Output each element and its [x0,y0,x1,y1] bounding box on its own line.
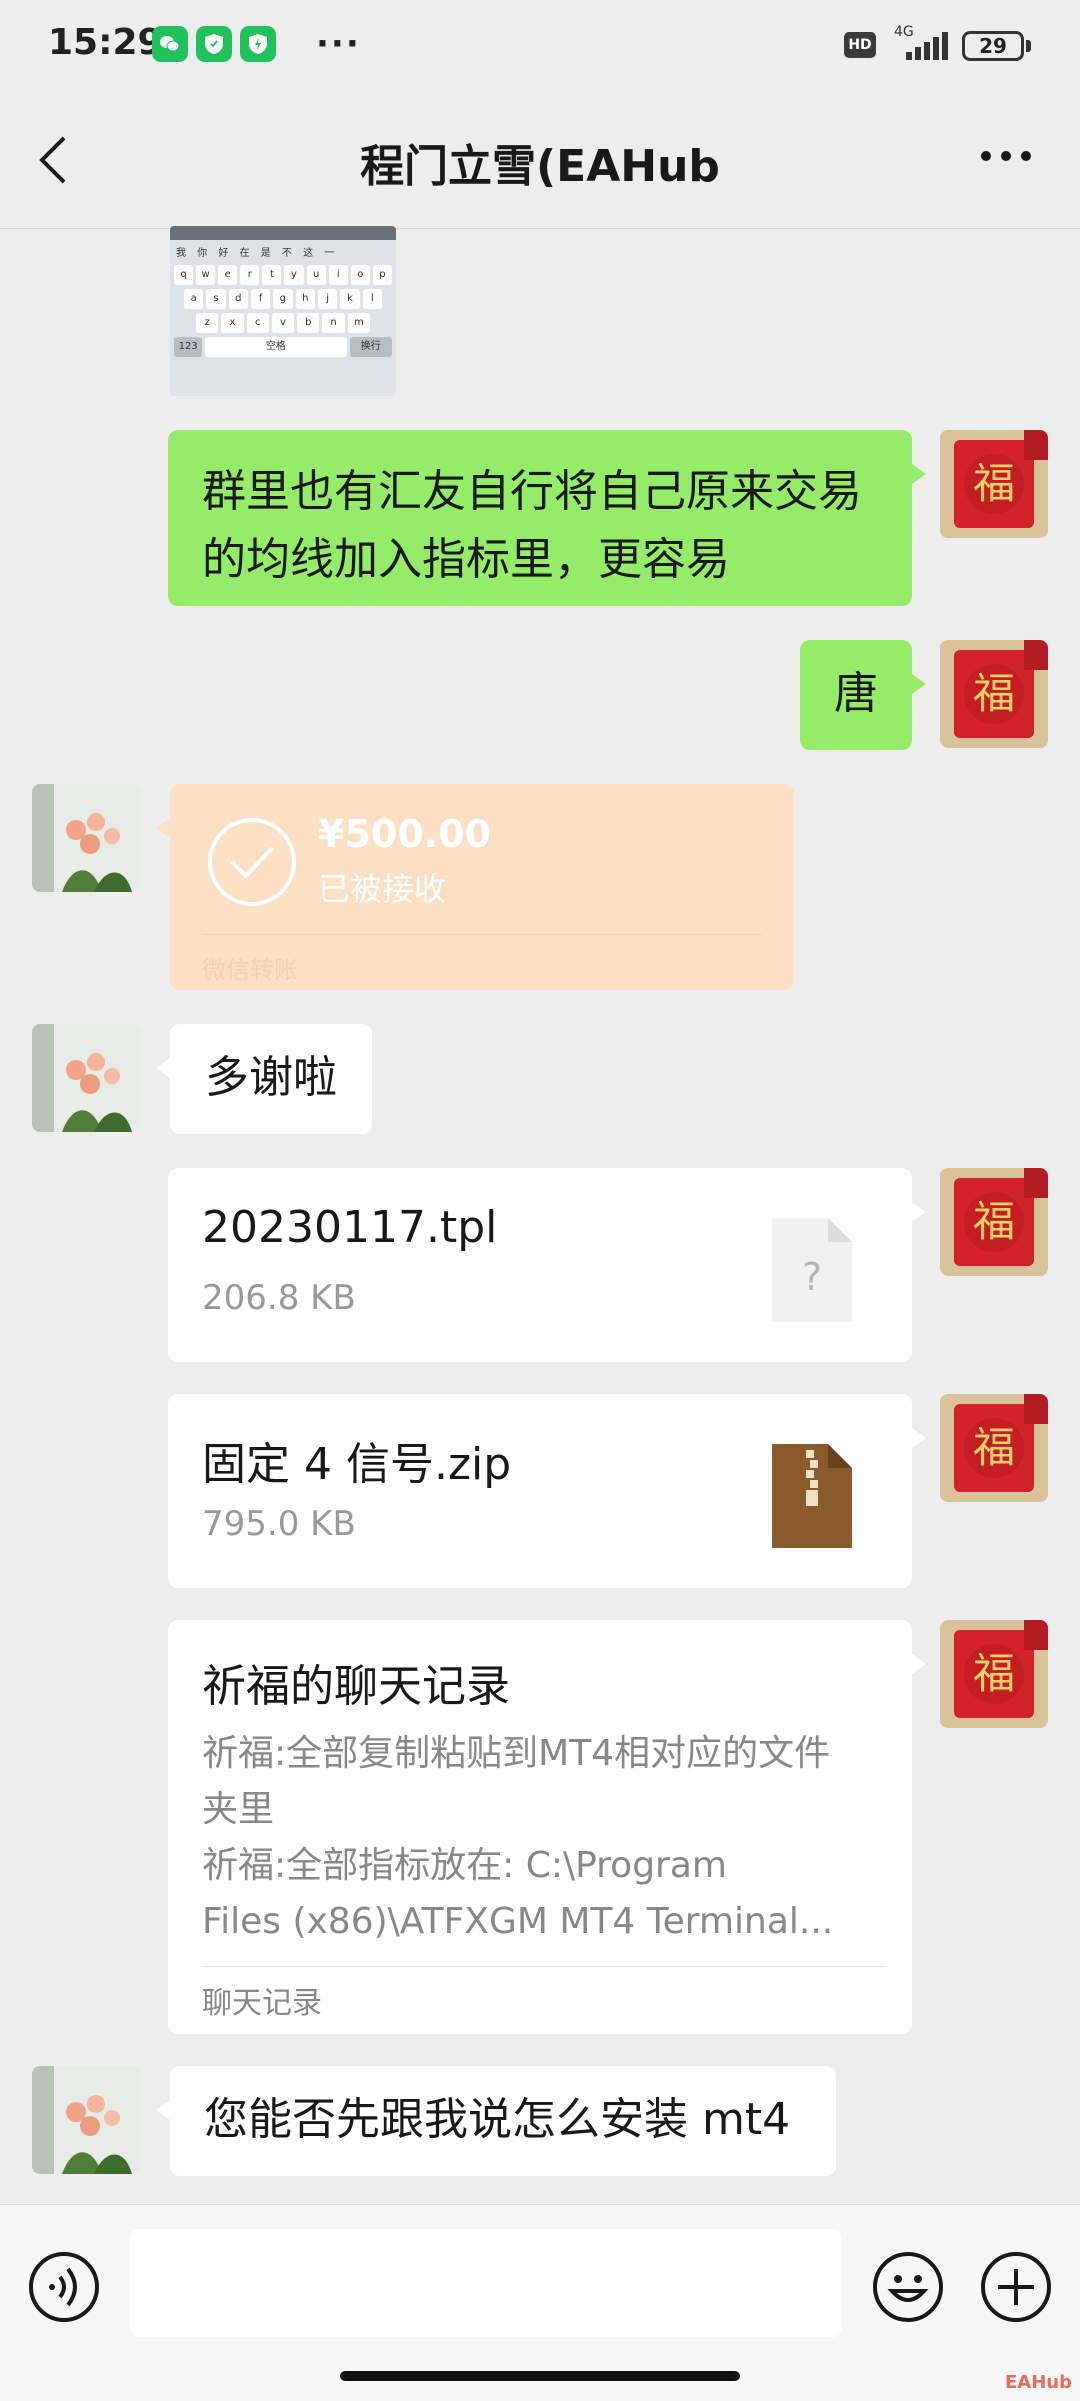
contact-avatar[interactable] [32,1024,140,1132]
svg-text:福: 福 [973,1649,1015,1698]
record-line: 祈福:全部指标放在: C:\Program [202,1845,727,1886]
file-name: 固定 4 信号.zip [202,1439,512,1490]
transfer-divider [202,934,762,935]
message-input[interactable] [130,2229,842,2337]
zip-file-icon [772,1444,852,1548]
more-options-icon[interactable] [980,150,1032,162]
shield-icon [196,26,232,62]
file-message-card[interactable]: 固定 4 信号.zip 795.0 KB [168,1394,926,1588]
chat-title: 程门立雪(EAHub [360,141,720,192]
status-time: 15:29 [48,22,163,63]
keyboard-candidates: 我 你 好 在 是 不 这 一 [176,248,339,259]
input-bar: EAHub [0,2204,1080,2401]
kb-key: y [284,265,304,285]
kb-key: m [347,313,370,333]
kb-key: q [174,265,194,285]
hd-badge: HD [844,32,876,58]
home-indicator[interactable] [340,2371,740,2381]
kb-key: l [362,289,382,309]
outgoing-message-bubble[interactable]: 唐 [800,640,926,750]
kb-key: n [322,313,345,333]
shield-icon [240,26,276,62]
voice-input-icon[interactable] [28,2251,100,2323]
kb-key: b [297,313,320,333]
svg-text:福: 福 [973,1197,1015,1246]
my-avatar[interactable]: 福 [940,1168,1048,1276]
kb-key: z [196,313,219,333]
my-avatar[interactable]: 福 [940,640,1048,748]
kb-key-enter: 换行 [349,337,392,357]
record-line: 夹里 [202,1789,275,1830]
chat-record-card[interactable]: 祈福的聊天记录 祈福:全部复制粘贴到MT4相对应的文件 夹里 祈福:全部指标放在… [168,1620,926,2034]
incoming-message-bubble[interactable]: 多谢啦 [156,1024,372,1134]
kb-key: k [340,289,360,309]
kb-key: h [295,289,315,309]
svg-text:?: ? [802,1255,822,1299]
my-avatar[interactable]: 福 [940,1394,1048,1502]
check-circle-icon [208,818,296,906]
message-text: 您能否先跟我说怎么安装 mt4 [204,2094,791,2145]
message-text: 唐 [834,668,878,719]
keyboard-screenshot-image[interactable]: 我 你 好 在 是 不 这 一 qwertyuiop asdfghjkl zxc… [170,226,396,396]
kb-key: g [273,289,293,309]
wechat-icon [152,26,188,62]
kb-key: i [328,265,348,285]
contact-avatar[interactable] [32,784,140,892]
record-title: 祈福的聊天记录 [202,1661,510,1712]
svg-text:福: 福 [973,1423,1015,1472]
my-avatar[interactable]: 福 [940,430,1048,538]
kb-key: a [184,289,204,309]
svg-text:福: 福 [973,459,1015,508]
record-line: Files (x86)\ATFXGM MT4 Terminal... [202,1901,834,1942]
watermark-text: EAHub [1005,2372,1072,2393]
back-arrow-icon[interactable] [34,132,74,188]
kb-key-123: 123 [174,337,203,357]
contact-avatar[interactable] [32,2066,140,2174]
kb-key: w [196,265,216,285]
wechat-transfer-card[interactable]: ¥500.00 已被接收 微信转账 [156,784,794,990]
kb-key: e [218,265,238,285]
kb-key: x [221,313,244,333]
kb-key: p [372,265,392,285]
kb-key: s [206,289,226,309]
emoji-icon[interactable] [872,2251,944,2323]
transfer-label: 微信转账 [202,956,298,984]
transfer-status: 已被接收 [318,870,447,908]
kb-key: d [228,289,248,309]
kb-key: v [271,313,295,333]
battery-icon: 29 [962,31,1024,61]
kb-key: t [262,265,282,285]
message-text: 多谢啦 [205,1052,337,1103]
message-text: 群里也有汇友自行将自己原来交易的均线加入指标里，更容易 [202,466,862,585]
file-message-card[interactable]: 20230117.tpl 206.8 KB ? [168,1168,926,1362]
record-divider [202,1966,886,1967]
file-size: 795.0 KB [202,1504,356,1544]
unknown-file-icon: ? [772,1218,852,1322]
kb-key: f [250,289,271,309]
battery-tip [1026,40,1031,52]
notification-more: ··· [316,24,361,64]
kb-key: c [246,313,269,333]
file-name: 20230117.tpl [202,1202,498,1253]
kb-key: j [317,289,338,309]
plus-icon[interactable] [980,2251,1052,2323]
file-size: 206.8 KB [202,1278,356,1318]
outgoing-message-bubble[interactable]: 群里也有汇友自行将自己原来交易的均线加入指标里，更容易 [168,430,926,606]
kb-key: r [240,265,260,285]
svg-text:福: 福 [973,669,1015,718]
kb-key-space: 空格 [205,337,347,357]
incoming-message-bubble[interactable]: 您能否先跟我说怎么安装 mt4 [156,2066,836,2176]
record-line: 祈福:全部复制粘贴到MT4相对应的文件 [202,1733,831,1774]
kb-key: o [350,265,370,285]
my-avatar[interactable]: 福 [940,1620,1048,1728]
transfer-amount: ¥500.00 [318,812,492,856]
kb-key: u [306,265,326,285]
record-label: 聊天记录 [202,1986,322,2021]
signal-icon [906,32,948,60]
status-bar: 15:29 ··· HD 4G 29 [0,0,1080,90]
chat-header: 程门立雪(EAHub [0,90,1080,229]
